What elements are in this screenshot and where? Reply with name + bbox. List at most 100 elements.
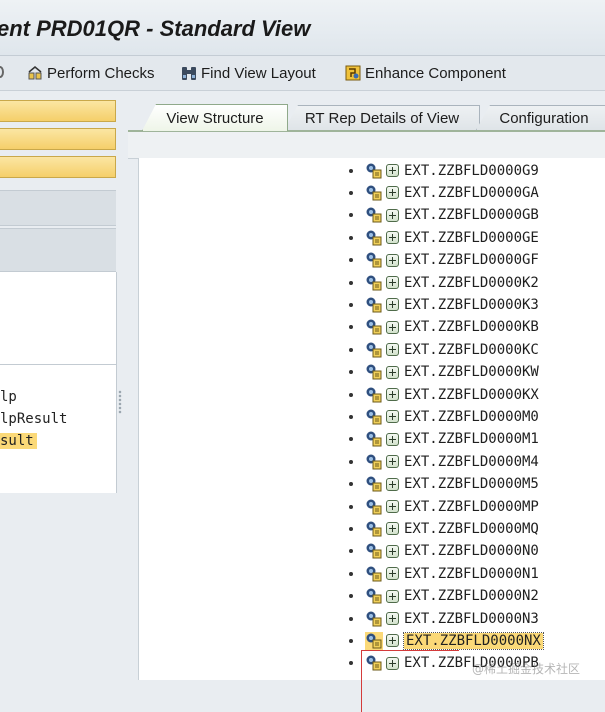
expand-plus-icon[interactable] (386, 500, 399, 513)
expand-plus-icon[interactable] (386, 410, 399, 424)
tree-node-label: EXT.ZZBFLD0000G9 (404, 162, 539, 179)
expand-plus-icon[interactable] (386, 320, 399, 334)
pane-splitter-handle[interactable] (118, 390, 122, 414)
tree-node[interactable]: EXT.ZZBFLD0000GF (349, 250, 539, 271)
view-node-icon (366, 252, 382, 268)
tree-node[interactable]: EXT.ZZBFLD0000M0 (349, 406, 539, 427)
tree-bullet-icon (349, 280, 353, 285)
left-nav-bar-1[interactable] (0, 100, 116, 122)
tree-bullet-icon (349, 213, 353, 218)
expand-plus-icon[interactable] (386, 634, 399, 648)
tree-node[interactable]: EXT.ZZBFLD0000MP (349, 496, 539, 517)
view-node-icon (366, 543, 382, 559)
tree-bullet-icon (349, 235, 353, 240)
watermark: @稀土掘金技术社区 (472, 662, 581, 676)
tree-node[interactable]: EXT.ZZBFLD0000KC (349, 339, 539, 360)
tree-node[interactable]: EXT.ZZBFLD0000N3 (349, 608, 539, 629)
expand-plus-icon[interactable] (386, 365, 399, 379)
view-node-icon (366, 409, 382, 425)
view-node-icon (366, 185, 382, 201)
expand-plus-icon[interactable] (386, 522, 399, 536)
tree-node[interactable]: EXT.ZZBFLD0000G9 (349, 160, 539, 181)
left-pane-section-header (0, 190, 116, 226)
expand-plus-icon[interactable] (386, 589, 399, 603)
tree-node-label: EXT.ZZBFLD0000NX (403, 631, 544, 650)
tree-bullet-icon (349, 571, 353, 576)
expand-plus-icon[interactable] (386, 455, 399, 469)
view-structure-tree: EXT.ZZBFLD0000G9 EXT.ZZBFLD0000GA EXT.ZZBF… (138, 158, 605, 712)
expand-plus-icon[interactable] (386, 612, 399, 625)
tree-node[interactable]: EXT.ZZBFLD0000M1 (349, 429, 539, 450)
left-pane-line-3[interactable]: sult (0, 433, 37, 449)
expand-plus-icon[interactable] (386, 276, 399, 289)
tree-node-label: EXT.ZZBFLD0000GA (404, 184, 539, 201)
tree-node[interactable]: EXT.ZZBFLD0000GE (349, 227, 539, 248)
expand-plus-icon[interactable] (386, 208, 399, 222)
expand-plus-icon[interactable] (386, 164, 399, 177)
tree-node-label: EXT.ZZBFLD0000KW (404, 364, 539, 381)
tree-node[interactable]: EXT.ZZBFLD0000KX (349, 384, 539, 405)
left-pane-line-1[interactable]: lp (0, 389, 17, 405)
tree-node[interactable]: EXT.ZZBFLD0000KB (349, 317, 539, 338)
expand-plus-icon[interactable] (386, 477, 399, 491)
tree-node[interactable]: EXT.ZZBFLD0000N0 (349, 541, 539, 562)
view-node-icon (366, 655, 382, 671)
expand-plus-icon[interactable] (386, 298, 399, 312)
tree-node[interactable]: EXT.ZZBFLD0000NX (349, 630, 544, 651)
expand-plus-icon[interactable] (386, 544, 399, 558)
tree-node-label: EXT.ZZBFLD0000KX (404, 386, 539, 403)
view-node-icon (366, 566, 382, 582)
title-bar: ent PRD01QR - Standard View (0, 0, 605, 56)
expand-plus-icon[interactable] (386, 567, 399, 581)
find-view-layout-button[interactable]: Find View Layout (180, 62, 316, 84)
view-node-icon (366, 364, 382, 380)
enhance-component-button[interactable]: Enhance Component (344, 62, 506, 84)
tree-bullet-icon (349, 190, 353, 195)
tree-node[interactable]: EXT.ZZBFLD0000N2 (349, 586, 539, 607)
tree-node[interactable]: EXT.ZZBFLD0000MQ (349, 518, 539, 539)
view-node-icon (366, 499, 382, 514)
left-nav-bar-2[interactable] (0, 128, 116, 150)
tree-node-label: EXT.ZZBFLD0000MQ (404, 520, 539, 537)
tree-bullet-icon (349, 414, 353, 419)
tree-bullet-icon (349, 594, 353, 599)
enhance-component-label: Enhance Component (365, 64, 506, 82)
tree-bullet-icon (349, 347, 353, 352)
left-nav-bar-3[interactable] (0, 156, 116, 178)
expand-plus-icon[interactable] (386, 253, 399, 267)
expand-plus-icon[interactable] (386, 656, 399, 670)
tree-node[interactable]: EXT.ZZBFLD0000N1 (349, 563, 539, 584)
expand-plus-icon[interactable] (386, 186, 399, 200)
tree-node[interactable]: EXT.ZZBFLD0000M5 (349, 474, 539, 495)
annotation-line-vertical (361, 650, 362, 712)
tree-node-label: EXT.ZZBFLD0000GB (404, 207, 539, 224)
expand-plus-icon[interactable] (386, 432, 399, 446)
tree-bullet-icon (349, 392, 353, 397)
tree-bullet-icon (349, 504, 353, 509)
tree-node[interactable]: EXT.ZZBFLD0000M4 (349, 451, 539, 472)
left-pane-panel-lower: lp lpResult sult (0, 364, 117, 493)
expand-plus-icon[interactable] (386, 388, 399, 401)
tree-node[interactable]: EXT.ZZBFLD0000GA (349, 182, 539, 203)
left-pane-line-2[interactable]: lpResult (0, 411, 67, 427)
tree-node[interactable]: EXT.ZZBFLD0000GB (349, 205, 539, 226)
tree-node[interactable]: EXT.ZZBFLD0000K2 (349, 272, 539, 293)
view-node-icon (366, 275, 382, 290)
expand-plus-icon[interactable] (386, 343, 399, 357)
view-node-icon (366, 611, 382, 626)
tree-bullet-icon (349, 638, 353, 643)
tree-bullet-icon (349, 549, 353, 554)
tree-node[interactable]: EXT.ZZBFLD0000KW (349, 362, 539, 383)
tree-node-label: EXT.ZZBFLD0000GE (404, 229, 539, 246)
left-pane: lp lpResult sult (0, 92, 118, 680)
expand-plus-icon[interactable] (386, 231, 399, 245)
tab-rt-rep-details[interactable]: RT Rep Details of View (284, 105, 480, 130)
view-node-icon (366, 342, 382, 358)
tab-view-structure[interactable]: View Structure (142, 104, 288, 131)
perform-checks-button[interactable]: Perform Checks (26, 62, 155, 84)
view-node-icon (366, 521, 382, 537)
tree-node[interactable]: EXT.ZZBFLD0000K3 (349, 294, 539, 315)
tab-configuration[interactable]: Configuration (476, 105, 605, 130)
tree-bullet-icon (349, 258, 353, 263)
tree-bullet-icon (349, 302, 353, 307)
